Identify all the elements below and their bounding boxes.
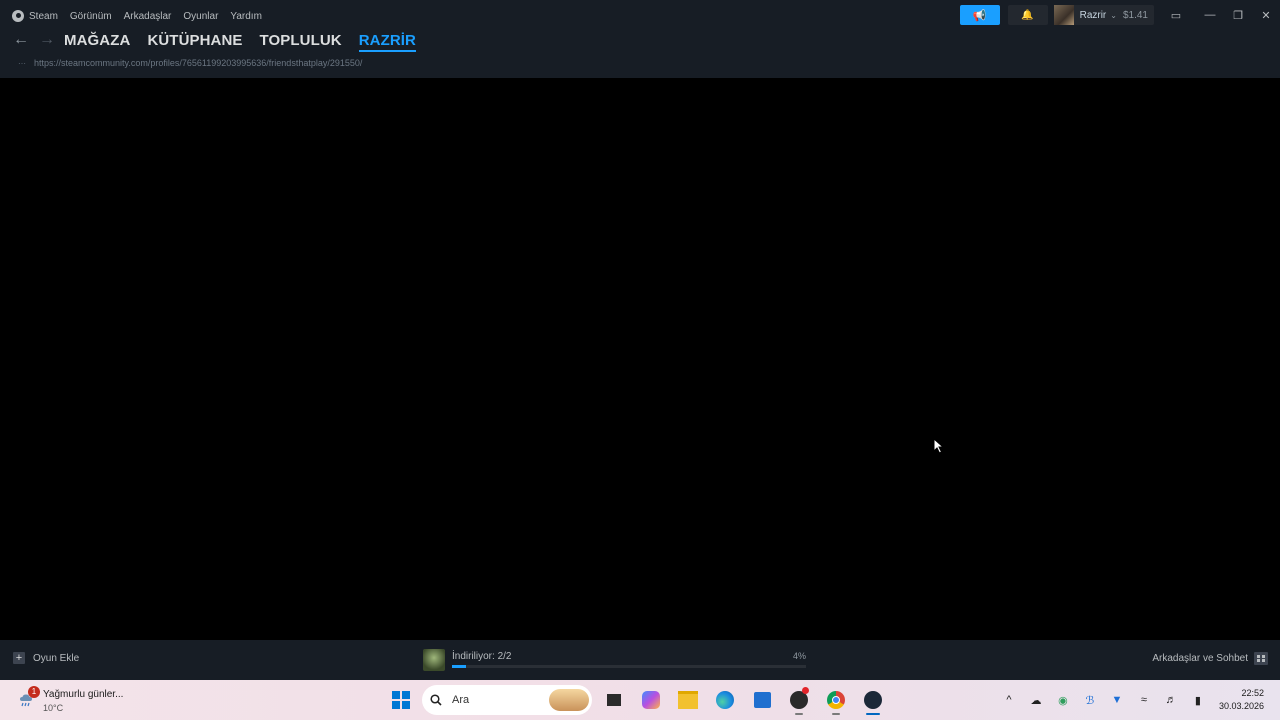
wifi-icon[interactable]: ≈ [1132, 688, 1156, 712]
download-percent: 4% [792, 651, 806, 661]
main-nav: ← → MAĞAZA KÜTÜPHANE TOPLULUK RAZRİR [12, 30, 433, 52]
restore-icon: ❐ [1233, 9, 1243, 22]
taskbar-apps: Ara [385, 684, 894, 716]
copilot-icon [642, 691, 660, 709]
volume-icon[interactable]: ♬ [1159, 688, 1183, 712]
restore-button[interactable]: ❐ [1224, 5, 1252, 25]
taskbar-search[interactable]: Ara [422, 685, 592, 715]
download-progress-fill [452, 665, 467, 668]
chevron-down-icon: ⌄ [1110, 10, 1117, 20]
file-explorer-icon [678, 691, 698, 709]
big-picture-icon: ▭ [1170, 9, 1182, 22]
chrome-icon [827, 691, 845, 709]
menu-view[interactable]: Görünüm [70, 11, 112, 22]
account-username: Razrir [1079, 9, 1107, 21]
search-placeholder: Ara [452, 694, 470, 706]
microphone-icon[interactable]: ▼ [1105, 688, 1129, 712]
weather-badge: 1 [28, 686, 40, 698]
search-icon [430, 694, 442, 706]
back-arrow-icon[interactable]: ← [12, 31, 30, 49]
steam-window: Steam Görünüm Arkadaşlar Oyunlar Yardım … [0, 0, 1280, 680]
taskbar-app-chrome[interactable] [820, 684, 852, 716]
downloads-status[interactable]: İndiriliyor: 2/2 4% [423, 648, 808, 674]
weather-title: Yağmurlu günler... [43, 689, 124, 700]
taskbar-app-edge[interactable] [709, 684, 741, 716]
active-indicator [866, 713, 880, 715]
steam-icon [12, 10, 24, 22]
close-icon: ✕ [1261, 9, 1271, 22]
notifications-button[interactable]: 🔔 [1007, 5, 1048, 25]
onedrive-icon[interactable]: ☁ [1024, 688, 1048, 712]
bell-icon: 🔔 [1021, 9, 1034, 21]
edge-icon [716, 691, 734, 709]
clock-time: 22:52 [1241, 688, 1264, 698]
add-game-label: Oyun Ekle [33, 652, 80, 664]
tab-profile[interactable]: RAZRİR [358, 32, 417, 52]
taskbar-app-store[interactable] [746, 684, 778, 716]
avatar [1053, 5, 1074, 25]
taskbar-app-steam[interactable] [857, 684, 889, 716]
security-icon[interactable]: ◉ [1051, 688, 1075, 712]
loading-spinner-icon: ⋯ [18, 58, 26, 68]
search-highlight-image [549, 689, 589, 711]
steam-taskbar-icon [864, 691, 882, 709]
battery-icon[interactable]: ▮ [1186, 688, 1210, 712]
download-status-text: İndiriliyor: 2/2 [452, 651, 512, 662]
friends-chat-button[interactable]: Arkadaşlar ve Sohbet [1152, 652, 1268, 665]
big-picture-button[interactable]: ▭ [1162, 5, 1190, 25]
tab-library[interactable]: KÜTÜPHANE [147, 32, 242, 49]
page-content [0, 78, 1280, 640]
notification-dot [802, 687, 809, 694]
windows-taskbar: 1 Yağmurlu günler... 10°C Ara ^ ☁ ◉ ℬ ▼ … [0, 680, 1280, 720]
forward-arrow-icon[interactable]: → [38, 31, 56, 49]
menu-friends[interactable]: Arkadaşlar [124, 11, 172, 22]
status-bar: + Oyun Ekle İndiriliyor: 2/2 4% Arkadaşl… [0, 640, 1280, 680]
minimize-button[interactable]: — [1196, 5, 1224, 25]
taskbar-app-terminal[interactable] [598, 684, 630, 716]
clock[interactable]: 22:52 30.03.2026 [1219, 687, 1264, 713]
add-game-button[interactable]: + Oyun Ekle [13, 652, 79, 664]
bluetooth-icon[interactable]: ℬ [1078, 688, 1102, 712]
menu-steam[interactable]: Steam [29, 11, 58, 22]
tab-community[interactable]: TOPLULUK [260, 32, 342, 49]
menu-bar: Steam Görünüm Arkadaşlar Oyunlar Yardım [12, 8, 274, 24]
announcements-button[interactable]: 📢 [959, 5, 1000, 25]
header-controls: 📢 🔔 Razrir ⌄ $1.41 ▭ — ❐ ✕ [959, 5, 1280, 25]
running-indicator [795, 713, 803, 715]
taskbar-app-obs[interactable] [783, 684, 815, 716]
steam-header: Steam Görünüm Arkadaşlar Oyunlar Yardım … [0, 0, 1280, 78]
weather-widget[interactable]: 1 Yağmurlu günler... 10°C [14, 686, 134, 714]
weather-temp: 10°C [43, 703, 64, 713]
menu-games[interactable]: Oyunlar [183, 11, 218, 22]
plus-icon: + [13, 652, 25, 664]
account-menu[interactable]: Razrir ⌄ $1.41 [1053, 5, 1154, 25]
close-button[interactable]: ✕ [1252, 5, 1280, 25]
megaphone-icon: 📢 [972, 9, 987, 22]
menu-help[interactable]: Yardım [230, 11, 262, 22]
tab-store[interactable]: MAĞAZA [64, 32, 130, 49]
wallet-balance: $1.41 [1122, 9, 1148, 21]
taskbar-app-explorer[interactable] [672, 684, 704, 716]
clock-date: 30.03.2026 [1218, 701, 1264, 711]
windows-start-icon [392, 691, 410, 709]
download-progress-bar [452, 665, 806, 668]
url-bar: ⋯ https://steamcommunity.com/profiles/76… [18, 58, 362, 68]
system-tray: ^ ☁ ◉ ℬ ▼ ≈ ♬ ▮ 22:52 30.03.2026 [997, 680, 1280, 720]
download-game-thumbnail [423, 649, 445, 671]
start-button[interactable] [385, 684, 417, 716]
running-indicator [832, 713, 840, 715]
store-icon [753, 692, 771, 708]
friends-chat-label: Arkadaşlar ve Sohbet [1152, 653, 1248, 664]
minimize-icon: — [1204, 9, 1216, 21]
terminal-icon [607, 694, 621, 706]
taskbar-app-copilot[interactable] [635, 684, 667, 716]
chevron-up-icon[interactable]: ^ [997, 688, 1021, 712]
friends-grid-icon [1254, 652, 1268, 665]
url-text[interactable]: https://steamcommunity.com/profiles/7656… [34, 58, 362, 68]
